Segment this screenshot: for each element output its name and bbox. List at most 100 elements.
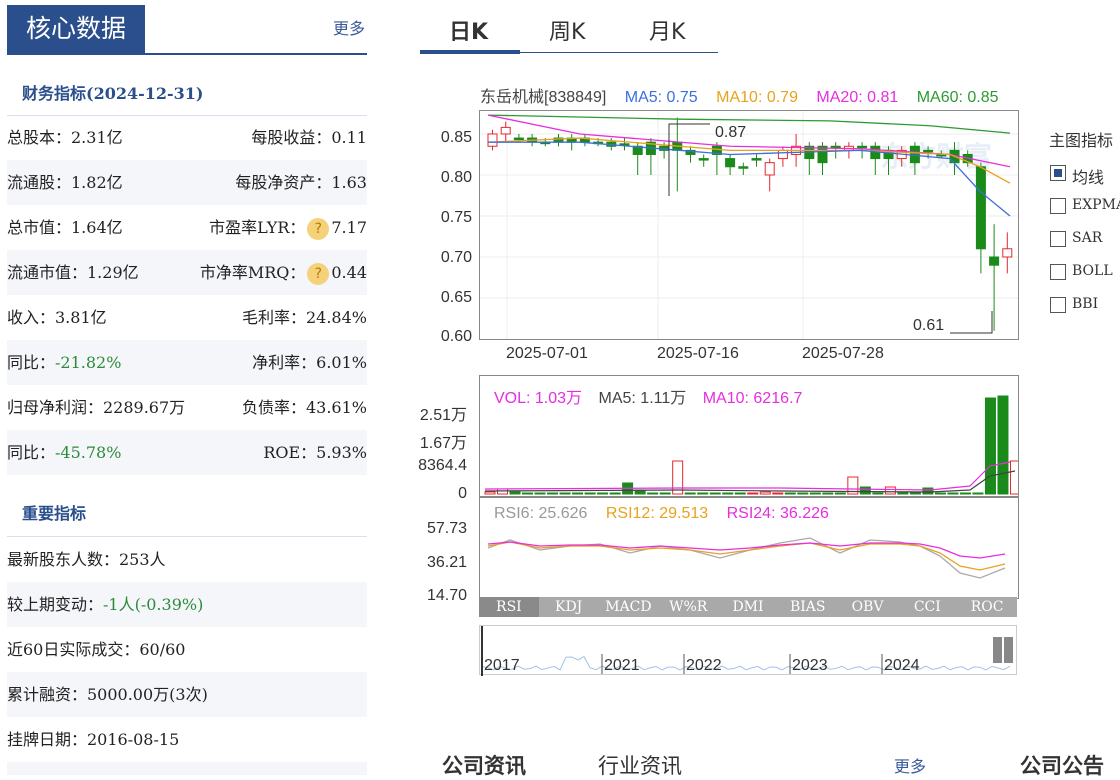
volume-bar	[747, 492, 759, 495]
finance-label: 同比：	[7, 443, 56, 462]
range-handle-right[interactable]	[1004, 637, 1013, 663]
volume-bar	[997, 395, 1009, 495]
important-text: 累计融资：5000.00万(3次)	[7, 685, 208, 704]
volume-bar	[697, 492, 709, 495]
volume-bar	[947, 492, 959, 495]
finance-left: 收入：3.81亿	[7, 308, 107, 327]
rsi-tick: 14.70	[426, 587, 467, 604]
candle-body	[725, 158, 736, 168]
overview-navigator[interactable]: 2017 2021 2022 2023 2024	[479, 625, 1017, 676]
indicator-checkbox[interactable]	[1050, 198, 1066, 214]
indicator-tab-rsi[interactable]: RSI	[479, 597, 539, 617]
news-more-link[interactable]: 更多	[894, 753, 926, 777]
finance-left: 总市值：1.64亿	[7, 218, 123, 237]
core-more-link[interactable]: 更多	[333, 15, 365, 39]
candle-body	[513, 137, 524, 141]
price-chart[interactable]: 东方财富 0.87 0.61	[479, 110, 1019, 340]
indicator-tab-cci[interactable]: CCI	[897, 597, 957, 617]
rsi-chart[interactable]: RSI6: 25.626 RSI12: 29.513 RSI24: 36.226	[479, 497, 1019, 599]
tab-weekly-k[interactable]: 周K	[549, 14, 585, 46]
indicator-option-label[interactable]: 均线	[1072, 164, 1104, 188]
indicator-tab-kdj[interactable]: KDJ	[539, 597, 599, 617]
year-label: 2023	[792, 657, 828, 674]
volume-bar	[672, 460, 684, 495]
date-tick: 2025-07-28	[802, 345, 884, 362]
indicator-checkbox[interactable]	[1050, 264, 1066, 280]
ma20-label: MA20: 0.81	[816, 89, 899, 106]
volume-bar	[884, 486, 896, 495]
price-tick: 0.60	[440, 328, 472, 345]
volume-chart[interactable]: VOL: 1.03万 MA5: 1.11万 MA10: 6216.7	[479, 375, 1019, 497]
volume-bar	[797, 492, 809, 495]
vol-label: VOL: 1.03万	[494, 390, 583, 407]
tab-company-news[interactable]: 公司资讯	[442, 750, 526, 780]
indicator-checkbox[interactable]	[1050, 231, 1066, 247]
range-handle-left[interactable]	[993, 637, 1002, 663]
indicator-checkbox[interactable]	[1050, 297, 1066, 313]
question-icon[interactable]: ?	[307, 262, 330, 285]
volume-bar	[909, 492, 921, 495]
rsi24-label: RSI24: 36.226	[726, 505, 829, 522]
stock-name: 东岳机械[838849]	[480, 89, 607, 106]
indicator-option-label[interactable]: SAR	[1072, 230, 1102, 246]
core-data-header: 核心数据 更多	[7, 5, 367, 55]
volume-bar	[772, 492, 784, 495]
important-row	[7, 762, 367, 775]
volume-tick: 8364.4	[418, 457, 467, 474]
date-tick: 2025-07-01	[506, 345, 588, 362]
finance-right: 市净率MRQ：? 0.44	[200, 250, 367, 295]
candle-body	[738, 166, 749, 169]
important-text: 最新股东人数：253人	[7, 550, 166, 569]
candle-body	[975, 166, 986, 250]
indicator-tab-macd[interactable]: MACD	[599, 597, 659, 617]
overview-line	[481, 655, 1011, 671]
finance-row: 总股本：2.31亿 每股收益：0.11	[7, 115, 367, 160]
low-marker-label: 0.61	[913, 317, 944, 334]
indicator-tab-dmi[interactable]: DMI	[718, 597, 778, 617]
finance-value-change: -45.78%	[55, 443, 122, 462]
tab-daily-k[interactable]: 日K	[449, 14, 488, 46]
rsi6-label: RSI6: 25.626	[494, 505, 588, 522]
finance-left: 流通市值：1.29亿	[7, 263, 139, 282]
rsi12-label: RSI12: 29.513	[605, 505, 709, 522]
indicator-checkbox[interactable]	[1050, 165, 1066, 181]
rsi-tick: 57.73	[426, 520, 467, 537]
indicator-tab-bias[interactable]: BIAS	[778, 597, 838, 617]
important-row: 近60日实际成交：60/60	[7, 627, 367, 672]
price-tick: 0.80	[440, 169, 472, 186]
indicator-tab-obv[interactable]: OBV	[838, 597, 898, 617]
tab-company-announcements[interactable]: 公司公告	[1020, 750, 1104, 780]
price-tick: 0.85	[440, 129, 472, 146]
candlestick-svg: 东方财富 0.870.61	[480, 111, 1018, 339]
volume-bar	[572, 492, 584, 495]
finance-row: 流通市值：1.29亿 市净率MRQ：? 0.44	[7, 250, 367, 295]
volume-tick: 2.51万	[419, 407, 467, 424]
finance-right: 负债率：43.61%	[241, 398, 367, 417]
candle-body	[989, 256, 1000, 266]
candle-body	[698, 158, 709, 161]
finance-right: 每股收益：0.11	[251, 128, 367, 147]
rsi6-line	[487, 537, 1006, 579]
question-icon[interactable]: ?	[307, 217, 330, 240]
overview-svg: 2017 2021 2022 2023 2024	[481, 626, 1011, 676]
tab-industry-news[interactable]: 行业资讯	[598, 750, 682, 780]
high-marker-label: 0.87	[715, 124, 746, 141]
indicator-option-label[interactable]: EXPMA	[1072, 197, 1120, 213]
indicator-tab-roc[interactable]: ROC	[957, 597, 1017, 617]
ma10-label: MA10: 0.79	[716, 89, 798, 106]
finance-left: 流通股：1.82亿	[7, 173, 123, 192]
finance-right: ROE：5.93%	[263, 443, 367, 462]
indicator-tab-wr[interactable]: W%R	[658, 597, 718, 617]
volume-bar	[659, 492, 671, 495]
indicator-option-label[interactable]: BOLL	[1072, 263, 1113, 279]
candle-body	[764, 162, 775, 176]
important-row: 挂牌日期：2016-08-15	[7, 717, 367, 762]
finance-value: 0.44	[331, 263, 367, 282]
tab-monthly-k[interactable]: 月K	[649, 14, 685, 46]
indicator-option-label[interactable]: BBI	[1072, 296, 1098, 312]
candle-body	[751, 158, 762, 161]
volume-bar	[684, 492, 696, 495]
finance-left: 同比：-21.82%	[7, 340, 121, 385]
finance-row: 同比：-21.82% 净利率：6.01%	[7, 340, 367, 385]
ma5-label: MA5: 0.75	[624, 89, 698, 106]
